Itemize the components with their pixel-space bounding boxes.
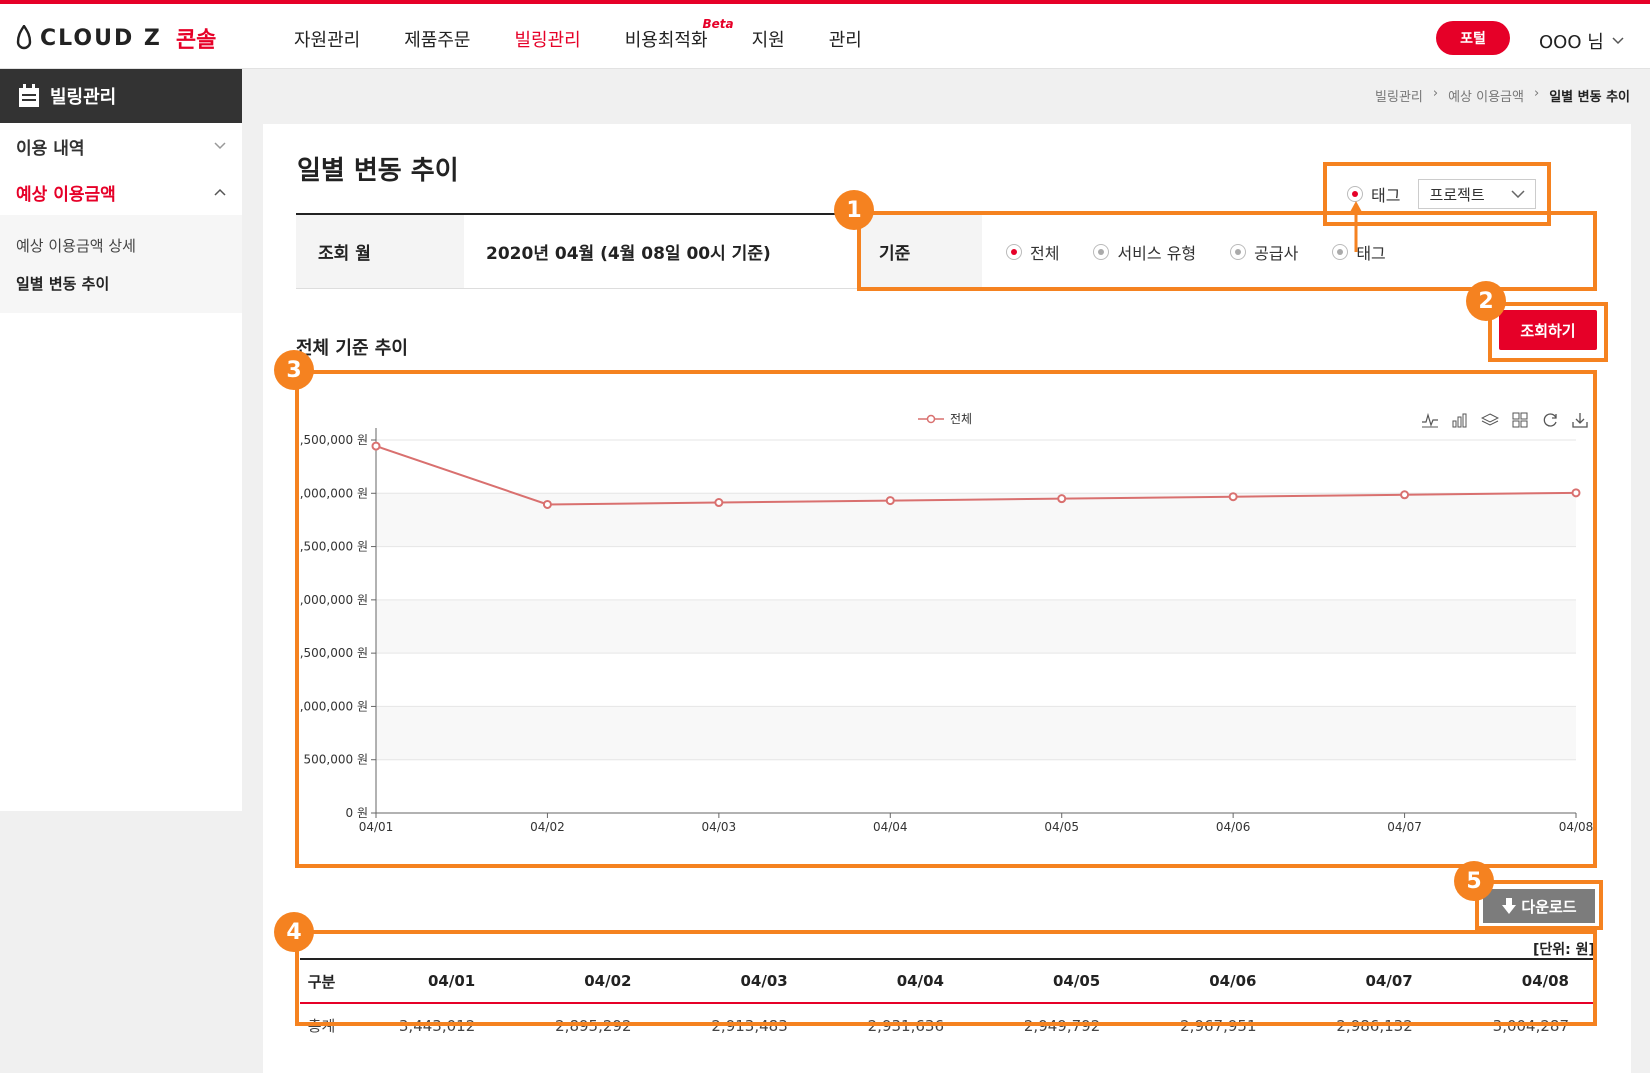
global-header: CLOUD Z 콘솔 자원관리 제품주문 빌링관리 비용최적화 Beta 지원 관… [0,4,1650,69]
sidebar-title: 빌링관리 [50,87,117,108]
sidebar-item-usage-history[interactable]: 이용 내역 [0,123,242,169]
annotation-badge-4: 4 [274,912,314,952]
annotation-box-1 [857,211,1597,291]
gnb-cost-optimization-label: 비용최적화 [624,30,708,51]
sidebar: 이용 내역 예상 이용금액 예상 이용금액 상세 일별 변동 추이 [0,123,242,811]
gnb-support[interactable]: 지원 [752,26,785,52]
annotation-badge-3: 3 [274,350,314,390]
chevron-down-icon [1612,37,1624,45]
download-label: 다운로드 [1521,897,1577,916]
tag-select[interactable]: 프로젝트 [1418,179,1537,209]
annotation-box-3 [295,370,1597,868]
download-button[interactable]: 다운로드 [1483,889,1595,923]
gnb-cost-optimization[interactable]: 비용최적화 Beta [624,17,734,52]
month-label: 조회 월 [296,215,464,288]
annotation-box-4 [295,930,1597,1026]
sidebar-subitem-estimated-detail[interactable]: 예상 이용금액 상세 [16,227,242,265]
sidebar-item-estimated-cost[interactable]: 예상 이용금액 [0,169,242,215]
page-title: 일별 변동 추이 [297,156,459,186]
breadcrumb-separator-icon: › [1432,86,1439,101]
search-button[interactable]: 조회하기 [1499,310,1597,350]
breadcrumb-separator-icon: › [1533,86,1540,101]
sidebar-subitem-daily-trend[interactable]: 일별 변동 추이 [16,265,242,303]
breadcrumb-item[interactable]: 예상 이용금액 [1448,86,1524,105]
sidebar-item-label: 예상 이용금액 [16,184,116,205]
annotation-badge-2: 2 [1466,281,1506,321]
month-value: 2020년 04월 (4월 08일 00시 기준) [486,244,771,264]
chart-title: 전체 기준 추이 [296,338,408,359]
beta-badge: Beta [702,17,734,31]
calendar-icon [19,84,39,107]
breadcrumb-current: 일별 변동 추이 [1549,90,1630,105]
gnb-product-order[interactable]: 제품주문 [404,26,470,52]
chevron-down-icon [1511,190,1525,198]
tag-select-value: 프로젝트 [1429,185,1485,204]
sidebar-item-label: 이용 내역 [16,138,85,159]
logo-text: CLOUD Z [40,25,162,51]
radio-label: 태그 [1371,186,1401,205]
gnb-resource[interactable]: 자원관리 [294,26,360,52]
sidebar-header: 빌링관리 [0,69,242,123]
sidebar-submenu: 예상 이용금액 상세 일별 변동 추이 [0,215,242,313]
global-nav: 자원관리 제품주문 빌링관리 비용최적화 Beta 지원 관리 [294,17,906,52]
breadcrumb-item[interactable]: 빌링관리 [1375,86,1423,105]
chevron-down-icon [214,142,226,150]
logo-sub-text: 콘솔 [175,28,217,53]
download-arrow-icon [1502,898,1517,914]
user-menu[interactable]: OOO 님 [1539,28,1624,54]
chevron-up-icon [214,188,226,196]
breadcrumb: 빌링관리 › 예상 이용금액 › 일별 변동 추이 [1375,86,1630,105]
gnb-billing[interactable]: 빌링관리 [515,26,581,52]
drop-logo-icon [16,25,32,50]
portal-button[interactable]: 포털 [1436,21,1510,55]
gnb-admin[interactable]: 관리 [829,26,862,52]
annotation-badge-1: 1 [834,190,874,230]
annotation-badge-5: 5 [1454,861,1494,901]
user-name: OOO 님 [1539,32,1604,53]
logo[interactable]: CLOUD Z 콘솔 [16,22,216,54]
